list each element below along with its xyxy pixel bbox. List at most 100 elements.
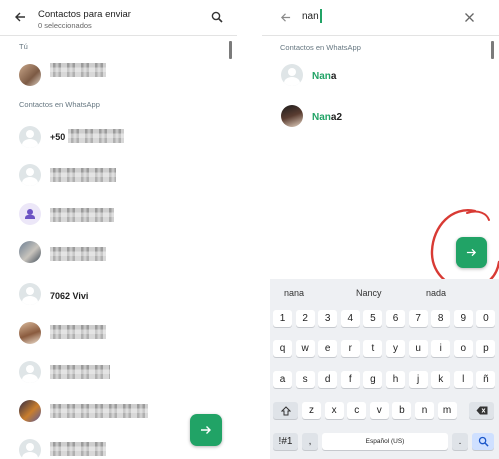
backspace-key[interactable] [469,402,494,419]
result-name: Nana2 [312,112,343,123]
selected-count: 0 seleccionados [38,21,92,30]
back-arrow-icon[interactable] [280,12,291,23]
contact-row-self[interactable] [0,57,230,93]
backspace-icon [476,406,487,415]
section-header-you: Tú [19,42,28,51]
avatar [19,64,41,86]
redacted-name [50,247,106,261]
default-avatar-icon [281,64,303,86]
on-screen-keyboard: nana Nancy nada 1234567890 qwertyuiop as… [270,279,499,459]
key[interactable]: 8 [431,310,451,327]
suggestion[interactable]: Nancy [356,288,382,298]
redacted-name [50,168,116,182]
key[interactable]: a [273,371,292,388]
back-arrow-icon[interactable] [14,11,26,23]
clear-icon[interactable] [464,12,475,23]
default-avatar-icon [19,164,41,186]
redacted-name [68,129,124,143]
contact-row[interactable] [0,234,230,270]
key[interactable]: i [431,340,451,357]
key[interactable]: w [295,340,315,357]
key[interactable]: r [340,340,360,357]
key[interactable]: 5 [363,310,383,327]
key[interactable]: c [347,402,367,419]
text-cursor [320,9,322,23]
key[interactable]: j [408,371,428,388]
key[interactable]: m [437,402,457,419]
redacted-name [50,365,110,379]
section-header-contacts: Contactos en WhatsApp [280,43,361,52]
comma-key[interactable]: , [302,433,318,450]
key[interactable]: p [476,340,496,357]
contact-row[interactable] [0,354,230,390]
search-result-row[interactable]: Nana2 [262,98,492,134]
contact-row[interactable] [0,157,230,193]
contact-search-screen: nan Contactos en WhatsApp Nana Nana2 nan… [262,0,499,459]
key[interactable]: q [273,340,292,357]
avatar [19,400,41,422]
avatar [19,241,41,263]
default-avatar-icon [19,283,41,305]
key[interactable]: 6 [386,310,405,327]
key[interactable]: u [408,340,428,357]
redacted-name [50,442,106,456]
suggestion[interactable]: nana [284,288,304,298]
key[interactable]: x [324,402,344,419]
key[interactable]: 0 [476,310,496,327]
contact-row[interactable]: +50 [0,119,230,155]
key[interactable]: 7 [408,310,428,327]
suggestion[interactable]: nada [426,288,446,298]
default-avatar-icon [19,439,41,459]
key[interactable]: 2 [295,310,315,327]
result-name: Nana [312,71,337,82]
key[interactable]: b [392,402,412,419]
key[interactable]: y [386,340,405,357]
avatar [281,105,303,127]
default-avatar-icon [19,361,41,383]
key[interactable]: g [363,371,383,388]
key[interactable]: f [340,371,360,388]
key[interactable]: v [369,402,389,419]
key[interactable]: e [318,340,338,357]
key[interactable]: 9 [453,310,473,327]
key[interactable]: h [386,371,405,388]
key[interactable]: o [453,340,473,357]
avatar [19,322,41,344]
key[interactable]: n [415,402,434,419]
search-bar: nan [262,0,499,36]
search-icon[interactable] [211,11,223,23]
key[interactable]: s [295,371,315,388]
contact-name: 7062 Vivi [50,291,89,301]
symbols-key[interactable]: !#1 [273,433,298,450]
search-key[interactable] [472,433,494,450]
key[interactable]: l [453,371,473,388]
key[interactable]: ñ [476,371,496,388]
contact-row[interactable] [0,315,230,351]
contact-row[interactable] [0,196,230,232]
top-app-bar: Contactos para enviar 0 seleccionados [0,0,237,36]
arrow-right-icon [201,426,211,434]
contacts-to-send-screen: Contactos para enviar 0 seleccionados Tú… [0,0,237,459]
contact-row[interactable]: 7062 Vivi [0,276,230,312]
redacted-name [50,404,148,418]
redacted-name [50,208,114,222]
search-result-row[interactable]: Nana [262,57,492,93]
key[interactable]: k [431,371,451,388]
redacted-name [50,63,106,77]
search-input[interactable]: nan [302,11,319,22]
key[interactable]: t [363,340,383,357]
key[interactable]: 4 [340,310,360,327]
redacted-name [50,325,106,339]
page-title: Contactos para enviar [38,9,131,20]
key[interactable]: 1 [273,310,292,327]
default-avatar-icon [19,126,41,148]
key[interactable]: z [302,402,321,419]
send-button[interactable] [190,414,222,446]
key[interactable]: 3 [318,310,338,327]
period-key[interactable]: . [452,433,468,450]
group-avatar-icon [19,203,41,225]
shift-key[interactable] [273,402,298,419]
key[interactable]: d [318,371,338,388]
section-header-contacts: Contactos en WhatsApp [19,100,100,109]
space-key[interactable]: Español (US) [322,433,448,450]
